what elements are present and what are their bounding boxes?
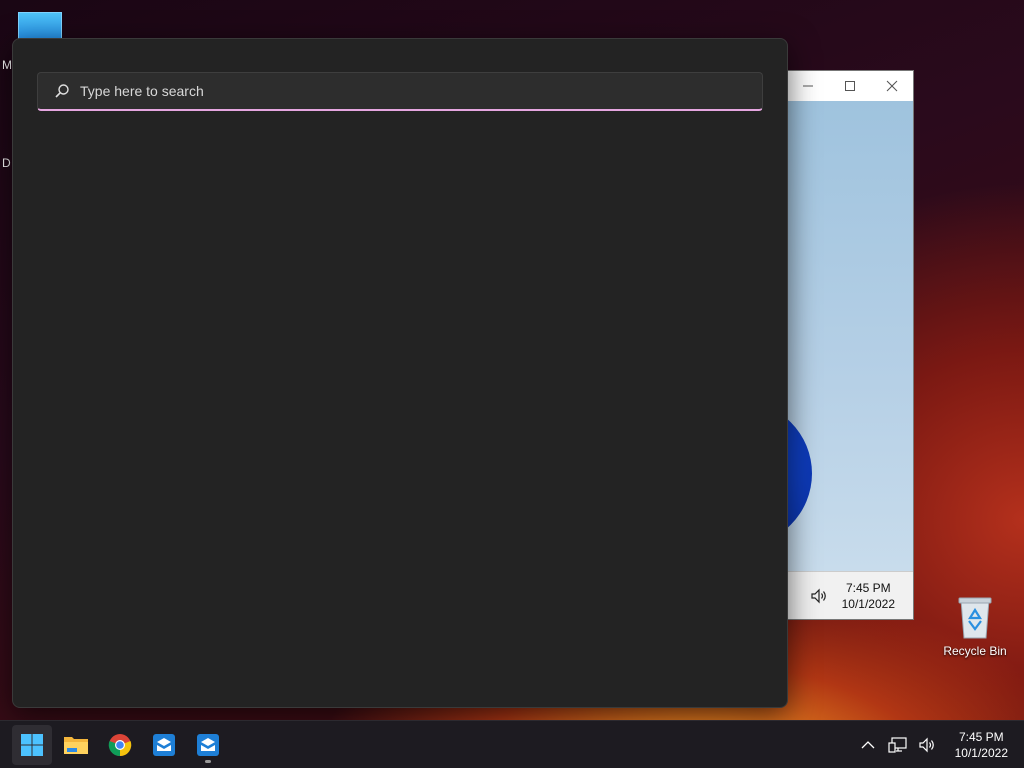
system-tray: 7:45 PM 10/1/2022 [857, 721, 1008, 768]
windows-logo-icon [21, 734, 43, 756]
search-placeholder: Type here to search [80, 83, 204, 99]
window-clock-time: 7:45 PM [845, 581, 891, 595]
close-button[interactable] [871, 71, 913, 100]
recycle-bin-label: Recycle Bin [943, 644, 1007, 658]
taskbar-clock[interactable]: 7:45 PM 10/1/2022 [955, 729, 1008, 761]
close-icon [886, 80, 898, 91]
chrome-button[interactable] [100, 725, 140, 765]
app-button-2[interactable] [188, 725, 228, 765]
network-icon [888, 737, 907, 753]
desktop-label-fragment: M [2, 58, 12, 72]
window-titlebar[interactable] [787, 71, 913, 100]
desktop: M D 7:45 PM 10/1/2022 Recycle Bin Type h… [0, 0, 1024, 768]
file-explorer-button[interactable] [56, 725, 96, 765]
maximize-button[interactable] [829, 71, 871, 100]
taskbar: 7:45 PM 10/1/2022 [0, 720, 1024, 768]
volume-button[interactable] [917, 734, 939, 756]
clock-date: 10/1/2022 [954, 746, 1008, 760]
app-button-1[interactable] [144, 725, 184, 765]
minimize-icon [803, 85, 813, 86]
wallpaper-bloom-graphic [787, 401, 812, 546]
chevron-up-icon [861, 741, 875, 749]
box-app-icon [197, 734, 219, 756]
window-clock: 7:45 PM 10/1/2022 [842, 580, 895, 612]
recycle-bin-icon [958, 597, 992, 639]
running-indicator [205, 760, 211, 763]
folder-icon [64, 737, 88, 754]
maximize-icon [845, 80, 855, 91]
chrome-icon [108, 734, 132, 757]
window-content [787, 101, 913, 571]
show-hidden-icons-button[interactable] [857, 734, 879, 756]
start-button[interactable] [12, 725, 52, 765]
clock-time: 7:45 PM [958, 730, 1004, 744]
volume-icon [811, 588, 826, 604]
window-clock-date: 10/1/2022 [841, 597, 895, 611]
search-panel: Type here to search [12, 38, 788, 708]
volume-icon [919, 737, 934, 753]
recycle-bin[interactable]: Recycle Bin [940, 596, 1010, 658]
search-input[interactable]: Type here to search [37, 72, 763, 111]
background-window[interactable]: 7:45 PM 10/1/2022 [786, 70, 914, 620]
search-icon [55, 84, 69, 98]
minimize-button[interactable] [787, 71, 829, 100]
box-app-icon [153, 734, 175, 756]
desktop-label-fragment: D [2, 156, 11, 170]
network-button[interactable] [887, 734, 909, 756]
window-taskbar-preview: 7:45 PM 10/1/2022 [787, 571, 913, 619]
